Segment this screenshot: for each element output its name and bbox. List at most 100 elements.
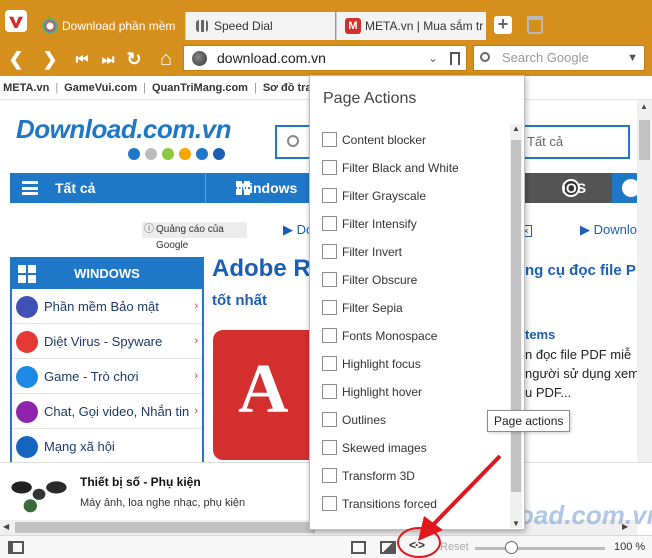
zoom-slider[interactable]: [475, 547, 605, 550]
ad-strip-title[interactable]: Thiết bị số - Phụ kiện: [80, 475, 201, 489]
zoom-reset-button[interactable]: Reset: [440, 541, 469, 553]
adobe-reader-image[interactable]: A: [213, 330, 313, 460]
page-action-item[interactable]: Filter Invert: [310, 238, 510, 266]
page-action-item[interactable]: Highlight focus: [310, 350, 510, 378]
tab-speed-dial[interactable]: Speed Dial: [185, 12, 335, 40]
site-search-category[interactable]: Tất cả: [527, 127, 563, 157]
page-action-item[interactable]: Transitions forced: [310, 490, 510, 518]
bookmark-meta[interactable]: META.vn: [3, 82, 49, 94]
page-action-item[interactable]: Transform 3D: [310, 462, 510, 490]
scrollbar-thumb[interactable]: [15, 522, 315, 533]
page-action-checkbox[interactable]: [322, 496, 337, 511]
page-action-item[interactable]: Outlines: [310, 406, 510, 434]
windows-panel-item[interactable]: Mạng xã hội: [12, 429, 202, 462]
tab-label: META.vn | Mua sắm tr: [365, 19, 484, 33]
page-action-checkbox[interactable]: [322, 440, 337, 455]
menu-icon[interactable]: [22, 181, 38, 195]
trash-icon[interactable]: [527, 16, 543, 34]
windows-panel-item[interactable]: Chat, Gọi video, Nhắn tin ›: [12, 394, 202, 429]
scroll-left-icon[interactable]: ◀: [3, 522, 9, 531]
windows-panel-item[interactable]: Diệt Virus - Spyware ›: [12, 324, 202, 359]
page-action-checkbox[interactable]: [322, 160, 337, 175]
page-action-checkbox[interactable]: [322, 468, 337, 483]
windows-panel-item[interactable]: Game - Trò chơi ›: [12, 359, 202, 394]
page-action-label: Transitions forced: [342, 497, 437, 511]
windows-panel-header[interactable]: WINDOWS: [12, 259, 202, 289]
acrobat-icon: A: [238, 351, 289, 428]
rewind-button[interactable]: ⏮: [72, 49, 92, 69]
popup-title: Page Actions: [323, 90, 417, 107]
google-ads-label[interactable]: Quảng cáo của Google: [142, 222, 247, 251]
shield-icon: [16, 296, 38, 318]
page-action-label: Fonts Monospace: [342, 329, 438, 343]
right-article-heading: tems: [525, 327, 556, 342]
page-action-label: Highlight focus: [342, 357, 421, 371]
scroll-up-icon[interactable]: ▲: [512, 124, 520, 133]
chat-icon: [16, 401, 38, 423]
page-action-checkbox[interactable]: [322, 412, 337, 427]
page-action-item[interactable]: Content blocker: [310, 126, 510, 154]
page-action-checkbox[interactable]: [322, 216, 337, 231]
bookmark-gamevui[interactable]: GameVui.com: [64, 82, 137, 94]
page-action-item[interactable]: Filter Black and White: [310, 154, 510, 182]
page-action-item[interactable]: Filter Obscure: [310, 266, 510, 294]
page-action-checkbox[interactable]: [322, 300, 337, 315]
page-action-checkbox[interactable]: [322, 132, 337, 147]
windows-panel-item[interactable]: Phần mềm Bảo mật ›: [12, 289, 202, 324]
tab-meta[interactable]: M META.vn | Mua sắm tr: [336, 12, 486, 40]
category-ios[interactable]: iOS: [522, 173, 612, 203]
category-windows[interactable]: Windows: [205, 173, 315, 203]
panel-toggle-icon[interactable]: [8, 541, 24, 554]
page-action-checkbox[interactable]: [322, 356, 337, 371]
page-action-label: Skewed images: [342, 441, 427, 455]
page-action-label: Filter Intensify: [342, 217, 417, 231]
reload-button[interactable]: ↻: [124, 49, 144, 69]
social-network-icon: [16, 436, 38, 458]
article-title[interactable]: Adobe R: [212, 255, 311, 283]
search-engine-dropdown-icon[interactable]: ▼: [627, 49, 638, 67]
page-action-item[interactable]: Filter Grayscale: [310, 182, 510, 210]
popup-scrollbar[interactable]: ▲ ▼: [510, 124, 522, 528]
zoom-slider-knob[interactable]: [505, 541, 518, 554]
address-field[interactable]: download.com.vn ⌄: [183, 45, 467, 71]
right-article-title[interactable]: ng cụ đọc file P: [525, 262, 636, 279]
bookmark-icon[interactable]: [450, 52, 460, 65]
page-action-item[interactable]: Fonts Monospace: [310, 322, 510, 350]
page-actions-list: Content blocker Filter Black and White Fil…: [310, 126, 510, 528]
page-action-checkbox[interactable]: [322, 328, 337, 343]
ad-link[interactable]: ▶ Downlo: [580, 222, 637, 238]
new-tab-button[interactable]: +: [494, 15, 512, 34]
page-action-item[interactable]: Filter Intensify: [310, 210, 510, 238]
more-categories-icon[interactable]: [622, 179, 637, 197]
item-label: Game - Trò chơi: [44, 369, 139, 384]
page-action-item[interactable]: Filter Sepia: [310, 294, 510, 322]
gamepad-icon: [16, 366, 38, 388]
forward-button[interactable]: ❯: [40, 49, 60, 69]
page-action-checkbox[interactable]: [322, 384, 337, 399]
scrollbar-thumb[interactable]: [511, 140, 521, 492]
scrollbar-thumb[interactable]: [639, 120, 650, 160]
tab-download[interactable]: Download phần mềm: [34, 12, 184, 40]
item-label: Phần mềm Bảo mật: [44, 299, 159, 314]
site-logo[interactable]: Download.com.vn: [16, 114, 231, 145]
right-article-line: n đọc file PDF miễ: [525, 347, 632, 362]
vivaldi-menu-icon[interactable]: [5, 10, 27, 32]
page-action-checkbox[interactable]: [322, 244, 337, 259]
mouse-product-image[interactable]: [10, 469, 68, 515]
chevron-down-icon[interactable]: ⌄: [428, 48, 438, 68]
image-toggle-icon[interactable]: [380, 541, 396, 554]
home-button[interactable]: ⌂: [156, 49, 176, 69]
fastforward-button[interactable]: ⏭: [98, 49, 118, 69]
tile-window-icon[interactable]: [351, 541, 366, 554]
bookmark-quantrimang[interactable]: QuanTriMang.com: [152, 82, 248, 94]
page-action-item[interactable]: Skewed images: [310, 434, 510, 462]
page-action-checkbox[interactable]: [322, 272, 337, 287]
back-button[interactable]: ❮: [6, 49, 26, 69]
scroll-down-icon[interactable]: ▼: [512, 519, 520, 528]
page-action-checkbox[interactable]: [322, 188, 337, 203]
search-input[interactable]: Search Google ▼: [473, 45, 645, 71]
page-action-item[interactable]: Highlight hover: [310, 378, 510, 406]
category-all[interactable]: Tất cả: [55, 173, 95, 203]
page-scrollbar[interactable]: ▲: [637, 100, 652, 520]
scroll-up-icon[interactable]: ▲: [640, 102, 648, 111]
